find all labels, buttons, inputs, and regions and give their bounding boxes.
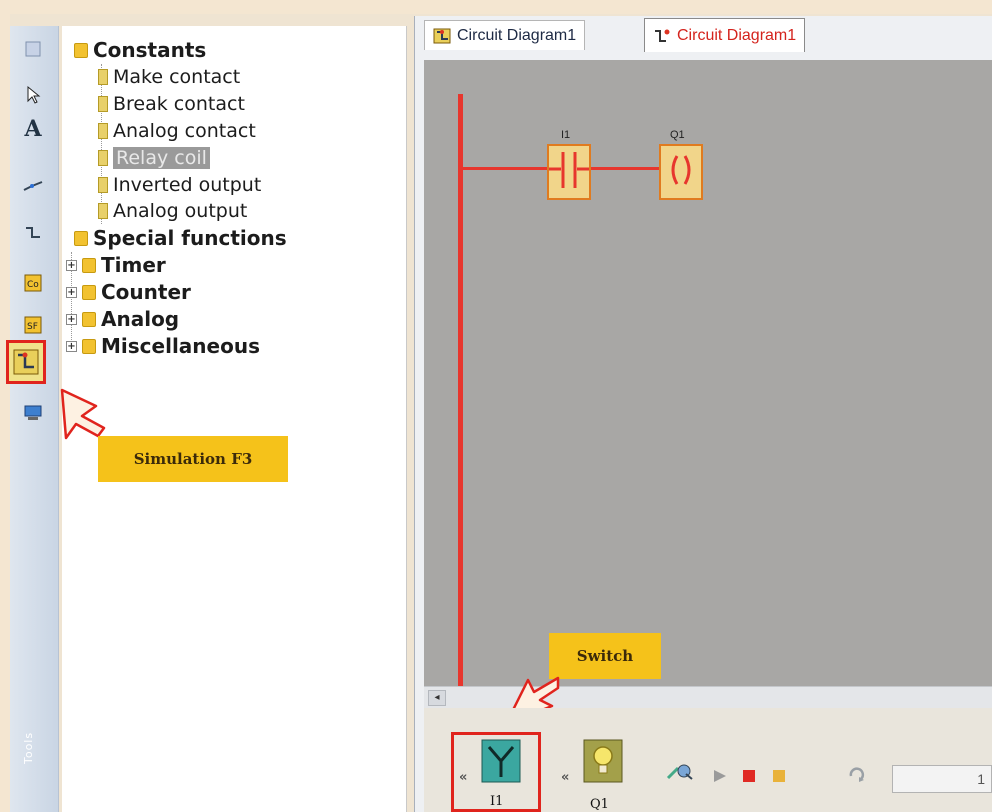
tree-item-label: Make contact [113, 66, 241, 88]
expand-icon[interactable]: + [66, 313, 77, 325]
contact-name: I1 [561, 129, 571, 141]
tab-circuit-diagram-edit[interactable]: Circuit Diagram1 [424, 20, 586, 50]
tree-node-label: Miscellaneous [101, 334, 260, 358]
relay-coil-icon [98, 150, 108, 166]
lamp-icon [583, 739, 623, 783]
folder-icon [82, 257, 96, 273]
folder-icon [74, 230, 88, 246]
special-functions-icon[interactable]: SF [20, 314, 46, 336]
power-flow-icon[interactable] [666, 762, 694, 786]
simulation-counter-input[interactable]: 1 [892, 765, 992, 793]
tree-item-label: Analog output [113, 200, 248, 222]
coil-name: Q1 [670, 129, 685, 141]
analog-contact-icon [98, 123, 108, 139]
expand-icon[interactable]: + [66, 286, 77, 298]
connect-icon[interactable] [20, 176, 46, 198]
pause-icon[interactable] [772, 768, 786, 787]
analog-output-icon [98, 203, 108, 219]
rung-wire [463, 167, 547, 170]
tree-node-label: Counter [101, 280, 191, 304]
switch-callout: Switch [549, 633, 661, 679]
circuit-canvas[interactable] [424, 60, 992, 686]
text-icon[interactable]: A [20, 116, 46, 142]
tree-item-label: Analog contact [113, 120, 256, 142]
tree-node-label: Timer [101, 253, 166, 277]
tree-node-counter[interactable]: + Counter [66, 280, 191, 304]
collapse-chevron-icon[interactable]: « [561, 770, 569, 785]
folder-icon [82, 284, 96, 300]
inverted-output-icon [98, 177, 108, 193]
simulation-icon [13, 349, 39, 375]
svg-text:Co: Co [27, 280, 39, 290]
switch-highlight-frame [451, 732, 541, 812]
tree-item-break-contact[interactable]: Break contact [98, 93, 245, 115]
tree-item-label: Relay coil [113, 147, 210, 169]
folder-icon [82, 338, 96, 354]
tree-node-miscellaneous[interactable]: + Miscellaneous [66, 334, 260, 358]
select-icon[interactable] [20, 38, 46, 60]
tree-item-inverted-output[interactable]: Inverted output [98, 174, 261, 196]
tab-label: Circuit Diagram1 [457, 26, 577, 44]
simulation-tab-icon [655, 29, 670, 42]
power-rail [458, 94, 463, 690]
diagram-icon [433, 28, 451, 43]
scroll-left-arrow-icon[interactable]: ◂ [428, 690, 446, 706]
svg-text:SF: SF [27, 322, 38, 332]
tree-node-constants[interactable]: Constants [74, 38, 206, 62]
play-icon[interactable] [712, 768, 728, 787]
relay-coil-q1[interactable] [659, 144, 703, 200]
tab-label: Circuit Diagram1 [677, 26, 797, 44]
tree-node-label: Constants [93, 38, 207, 62]
rung-wire [591, 167, 659, 170]
output-name-label: Q1 [590, 797, 609, 812]
tools-label: Tools [22, 731, 35, 764]
relay-coil-symbol-icon [671, 155, 691, 185]
constants-icon[interactable]: Co [20, 272, 46, 294]
refresh-icon[interactable] [848, 766, 868, 786]
tools-toolbar: A Co SF Tools [10, 26, 59, 812]
stop-icon[interactable] [742, 768, 756, 787]
tree-node-label: Analog [101, 307, 180, 331]
folder-icon [74, 42, 88, 58]
pointer-icon[interactable] [20, 84, 46, 106]
tree-node-label: Special functions [93, 226, 287, 250]
tab-circuit-diagram-simulation[interactable]: Circuit Diagram1 [644, 18, 806, 52]
split-icon[interactable] [20, 222, 46, 244]
expand-icon[interactable]: + [66, 259, 77, 271]
tree-item-analog-output[interactable]: Analog output [98, 200, 247, 222]
make-contact-symbol-icon [549, 152, 589, 188]
tree-item-relay-coil[interactable]: Relay coil [98, 147, 210, 169]
output-lamp-q1[interactable] [580, 737, 626, 785]
tree-node-special-functions[interactable]: Special functions [74, 226, 287, 250]
simulation-button[interactable] [6, 340, 46, 384]
tree-node-timer[interactable]: + Timer [66, 253, 166, 277]
tree-item-make-contact[interactable]: Make contact [98, 66, 240, 88]
simulation-callout: Simulation F3 [98, 436, 288, 482]
folder-icon [82, 311, 96, 327]
make-contact-icon [98, 69, 108, 85]
expand-icon[interactable]: + [66, 340, 77, 352]
online-test-icon[interactable] [20, 402, 46, 424]
make-contact-i1[interactable] [547, 144, 591, 200]
break-contact-icon [98, 96, 108, 112]
tree-item-label: Break contact [113, 93, 245, 115]
tree-node-analog[interactable]: + Analog [66, 307, 179, 331]
tree-item-analog-contact[interactable]: Analog contact [98, 120, 256, 142]
tree-item-label: Inverted output [113, 174, 262, 196]
